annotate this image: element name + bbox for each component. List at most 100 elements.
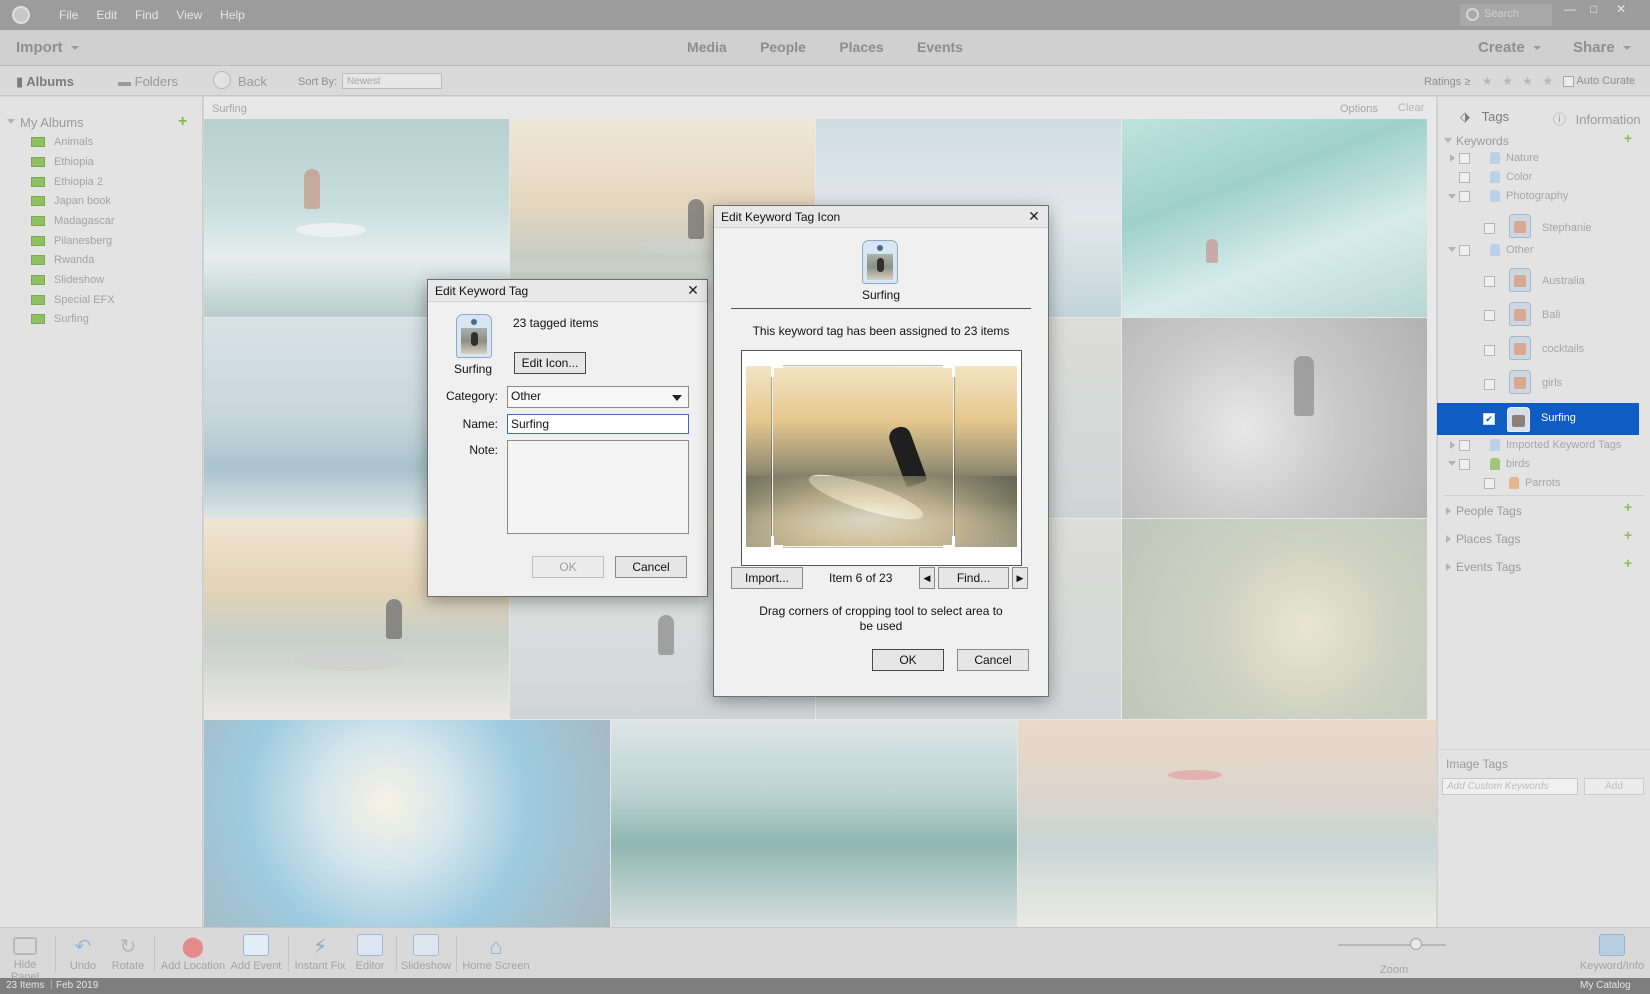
slideshow-button[interactable]: Slideshow <box>400 928 452 979</box>
keyword-checkbox-checked[interactable]: ✔ <box>1483 413 1495 425</box>
add-events-tag-icon[interactable]: + <box>1624 555 1632 571</box>
album-item[interactable]: Ethiopia 2 <box>31 174 103 190</box>
keyword-nature[interactable]: Nature <box>1490 149 1539 167</box>
zoom-slider[interactable] <box>1338 944 1446 946</box>
photo-thumbnail[interactable] <box>611 720 1017 927</box>
clear-button[interactable]: Clear <box>1398 102 1424 114</box>
events-tags-heading[interactable]: Events Tags <box>1456 560 1521 574</box>
photo-thumbnail[interactable] <box>1122 119 1427 317</box>
back-arrow-icon[interactable] <box>213 71 231 89</box>
rating-stars[interactable]: ★ ★ ★ ★ ★ <box>1482 74 1576 88</box>
keyword-checkbox[interactable] <box>1459 459 1470 470</box>
keyword-checkbox[interactable] <box>1484 310 1495 321</box>
crop-handle-bottom-right[interactable] <box>943 536 955 548</box>
close-icon[interactable]: ✕ <box>1026 208 1042 224</box>
close-icon[interactable]: ✕ <box>1616 2 1626 16</box>
zoom-slider-handle[interactable] <box>1410 938 1422 950</box>
note-textarea[interactable] <box>507 440 689 534</box>
close-icon[interactable]: ✕ <box>685 282 701 298</box>
chevron-right-icon[interactable] <box>1450 154 1455 162</box>
album-item[interactable]: Slideshow <box>31 272 104 288</box>
chevron-right-icon[interactable] <box>1450 441 1455 449</box>
options-menu[interactable]: Options <box>1340 103 1378 115</box>
photo-thumbnail[interactable] <box>1122 519 1427 719</box>
maximize-icon[interactable]: □ <box>1590 2 1597 16</box>
tab-media[interactable]: Media <box>687 39 727 55</box>
keyword-bali[interactable]: Bali <box>1542 306 1560 324</box>
import-button[interactable]: Import <box>16 39 79 56</box>
chevron-right-icon[interactable] <box>1446 507 1451 515</box>
photo-thumbnail[interactable] <box>1018 720 1436 927</box>
crop-handle-top-right[interactable] <box>943 365 955 377</box>
add-people-tag-icon[interactable]: + <box>1624 499 1632 515</box>
chevron-down-icon[interactable] <box>1448 194 1456 199</box>
tab-places[interactable]: Places <box>839 39 883 55</box>
ok-button[interactable]: OK <box>872 649 944 671</box>
album-item[interactable]: Pilanesberg <box>31 233 112 249</box>
tab-information[interactable]: ⓘ Information <box>1553 109 1641 128</box>
menu-help[interactable]: Help <box>211 8 254 22</box>
album-item[interactable]: Special EFX <box>31 292 115 308</box>
album-item-surfing[interactable]: Surfing <box>31 311 89 327</box>
menu-file[interactable]: File <box>50 8 87 22</box>
image-tags-input[interactable]: Add Custom Keywords <box>1442 778 1578 795</box>
add-places-tag-icon[interactable]: + <box>1624 527 1632 543</box>
chevron-down-icon[interactable] <box>1448 461 1456 466</box>
album-item[interactable]: Japan book <box>31 193 111 209</box>
album-item[interactable]: Madagascar <box>31 213 115 229</box>
album-item[interactable]: Rwanda <box>31 252 94 268</box>
edit-icon-button[interactable]: Edit Icon... <box>514 352 586 374</box>
keyword-checkbox[interactable] <box>1459 172 1470 183</box>
undo-button[interactable]: ↶ Undo <box>62 928 104 979</box>
keyword-stephanie[interactable]: Stephanie <box>1542 219 1592 237</box>
tab-albums[interactable]: ▮ Albums <box>16 74 74 90</box>
chevron-right-icon[interactable] <box>1446 535 1451 543</box>
instant-fix-button[interactable]: ⚡ Instant Fix <box>292 928 348 979</box>
crop-handle-top-left[interactable] <box>771 365 783 377</box>
tab-tags[interactable]: ⬗ Tags <box>1460 109 1509 125</box>
cancel-button[interactable]: Cancel <box>615 556 687 578</box>
back-button[interactable]: Back <box>238 74 267 89</box>
keyword-color[interactable]: Color <box>1490 168 1532 186</box>
album-item[interactable]: Ethiopia <box>31 154 94 170</box>
menu-edit[interactable]: Edit <box>87 8 126 22</box>
find-button[interactable]: Find... <box>938 567 1009 589</box>
keyword-info-button[interactable]: Keyword/Info <box>1576 928 1648 979</box>
editor-button[interactable]: Editor <box>350 928 390 979</box>
menu-find[interactable]: Find <box>126 8 167 22</box>
add-keyword-icon[interactable]: + <box>1624 130 1632 146</box>
category-select[interactable]: Other <box>507 386 689 408</box>
rotate-button[interactable]: ↻ Rotate <box>108 928 148 979</box>
auto-curate-checkbox[interactable]: Auto Curate <box>1563 75 1635 87</box>
keyword-checkbox[interactable] <box>1459 245 1470 256</box>
chevron-down-icon[interactable] <box>7 119 15 124</box>
keyword-checkbox[interactable] <box>1484 379 1495 390</box>
keyword-cocktails[interactable]: cocktails <box>1542 340 1584 358</box>
photo-thumbnail[interactable] <box>204 720 610 927</box>
menu-view[interactable]: View <box>167 8 211 22</box>
places-tags-heading[interactable]: Places Tags <box>1456 532 1520 546</box>
import-button[interactable]: Import... <box>731 567 803 589</box>
keyword-other[interactable]: Other <box>1490 241 1534 259</box>
tab-events[interactable]: Events <box>917 39 963 55</box>
cancel-button[interactable]: Cancel <box>957 649 1029 671</box>
add-event-button[interactable]: Add Event <box>228 928 284 979</box>
keyword-checkbox[interactable] <box>1484 276 1495 287</box>
keyword-checkbox[interactable] <box>1484 223 1495 234</box>
tab-people[interactable]: People <box>760 39 806 55</box>
album-item[interactable]: Animals <box>31 134 93 150</box>
search-input[interactable]: Search <box>1460 4 1552 26</box>
photo-thumbnail[interactable] <box>1122 318 1427 518</box>
keyword-checkbox[interactable] <box>1484 478 1495 489</box>
add-album-icon[interactable]: + <box>178 113 187 131</box>
ok-button[interactable]: OK <box>532 556 604 578</box>
keyword-surfing-selected[interactable]: ✔ Surfing <box>1437 403 1639 435</box>
keyword-birds[interactable]: birds <box>1490 455 1530 473</box>
hide-panel-button[interactable]: Hide Panel <box>0 928 50 983</box>
add-tag-button[interactable]: Add <box>1584 778 1644 795</box>
keyword-imported[interactable]: Imported Keyword Tags <box>1490 436 1621 454</box>
chevron-down-icon[interactable] <box>1448 247 1456 252</box>
keyword-checkbox[interactable] <box>1484 345 1495 356</box>
keyword-parrots[interactable]: Parrots <box>1509 474 1560 492</box>
minimize-icon[interactable]: — <box>1564 2 1576 16</box>
